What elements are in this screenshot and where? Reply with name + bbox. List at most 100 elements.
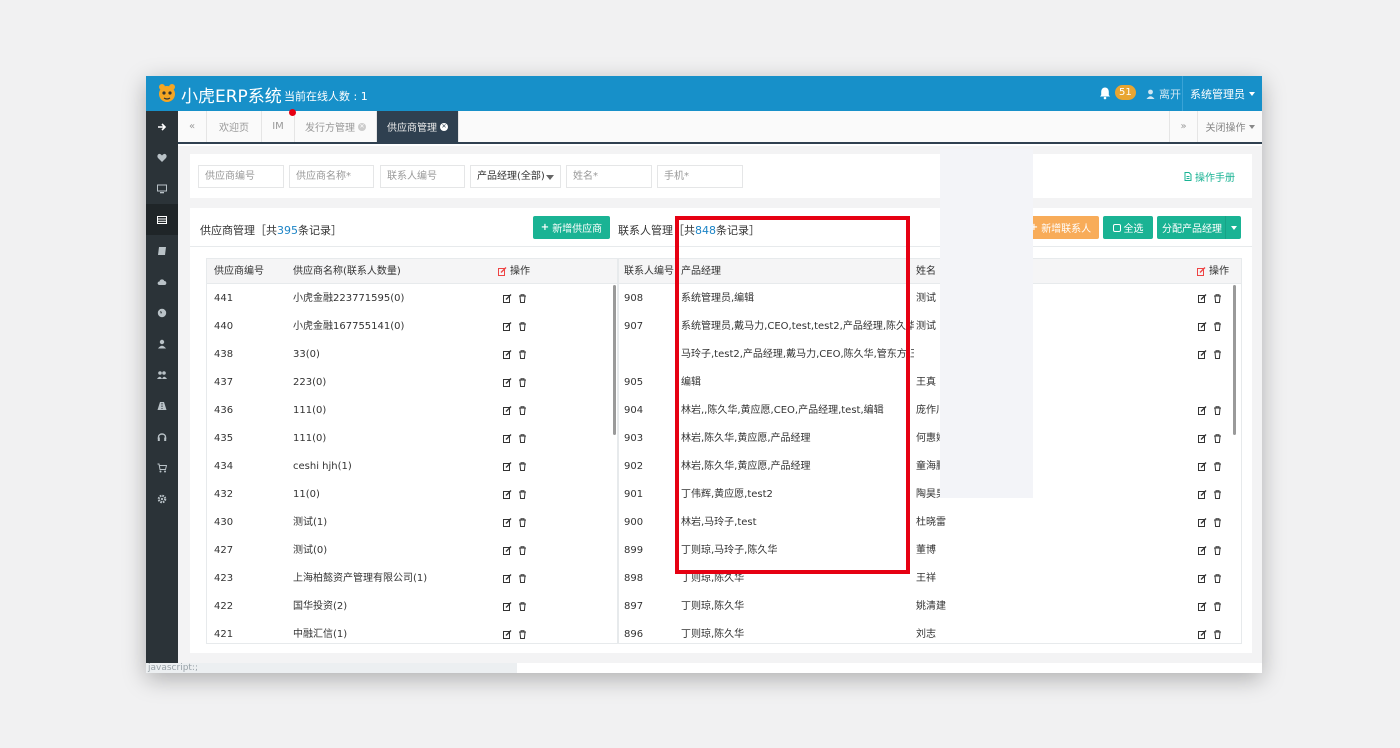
contact-table-row[interactable]: 896 丁则琼,陈久华 刘志	[619, 621, 1241, 643]
trash-icon[interactable]	[518, 574, 527, 583]
trash-icon[interactable]	[1213, 406, 1222, 415]
edit-icon[interactable]	[1198, 294, 1207, 303]
add-supplier-button[interactable]: + 新增供应商	[533, 216, 610, 239]
trash-icon[interactable]	[518, 490, 527, 499]
close-operations-menu[interactable]: 关闭操作	[1198, 111, 1262, 142]
contact-table-row[interactable]: 901 丁伟辉,黄应愿,test2 陶昊男	[619, 481, 1241, 509]
contact-table-row[interactable]: 899 丁则琼,马玲子,陈久华 董博	[619, 537, 1241, 565]
supplier-table-row[interactable]: 441 小虎金融223771595(0)	[207, 285, 617, 313]
trash-icon[interactable]	[1213, 294, 1222, 303]
edit-icon[interactable]	[1198, 350, 1207, 359]
select-all-button[interactable]: 全选	[1103, 216, 1153, 239]
supplier-name-input[interactable]: 供应商名称*	[289, 165, 374, 188]
edit-icon[interactable]	[1198, 630, 1207, 639]
away-button[interactable]: 离开	[1146, 86, 1181, 102]
edit-icon[interactable]	[1198, 546, 1207, 555]
supplier-number-input[interactable]: 供应商编号	[198, 165, 284, 188]
contact-table-scrollbar[interactable]	[1233, 285, 1236, 435]
edit-icon[interactable]	[503, 462, 512, 471]
edit-icon[interactable]	[503, 602, 512, 611]
edit-icon[interactable]	[1198, 518, 1207, 527]
supplier-table-row[interactable]: 440 小虎金融167755141(0)	[207, 313, 617, 341]
sidebar-item-cart[interactable]	[146, 452, 178, 483]
trash-icon[interactable]	[518, 602, 527, 611]
trash-icon[interactable]	[518, 322, 527, 331]
edit-icon[interactable]	[503, 434, 512, 443]
trash-icon[interactable]	[518, 518, 527, 527]
trash-icon[interactable]	[518, 630, 527, 639]
supplier-table-row[interactable]: 436 111(0)	[207, 397, 617, 425]
supplier-table-row[interactable]: 430 测试(1)	[207, 509, 617, 537]
edit-icon[interactable]	[503, 518, 512, 527]
notification-badge[interactable]: 51	[1115, 85, 1136, 100]
contact-table-row[interactable]: 903 林岩,陈久华,黄应愿,产品经理 何惠婷	[619, 425, 1241, 453]
close-icon[interactable]: ✕	[440, 122, 448, 131]
manual-link[interactable]: 操作手册	[1184, 169, 1235, 184]
contact-table-row[interactable]: 902 林岩,陈久华,黄应愿,产品经理 童海鹏	[619, 453, 1241, 481]
add-contact-button[interactable]: + 新增联系人	[1022, 216, 1099, 239]
sidebar-item-road[interactable]	[146, 390, 178, 421]
close-icon[interactable]: ✕	[358, 122, 366, 131]
supplier-table-row[interactable]: 422 国华投资(2)	[207, 593, 617, 621]
edit-icon[interactable]	[503, 294, 512, 303]
supplier-table-row[interactable]: 437 223(0)	[207, 369, 617, 397]
supplier-table-row[interactable]: 434 ceshi hjh(1)	[207, 453, 617, 481]
edit-icon[interactable]	[1198, 574, 1207, 583]
contact-table-row[interactable]: 900 林岩,马玲子,test 杜晓雷	[619, 509, 1241, 537]
phone-input[interactable]: 手机*	[657, 165, 743, 188]
edit-icon[interactable]	[503, 546, 512, 555]
supplier-table-row[interactable]: 427 测试(0)	[207, 537, 617, 565]
trash-icon[interactable]	[1213, 518, 1222, 527]
contact-table-row[interactable]: 898 丁则琼,陈久华 王祥	[619, 565, 1241, 593]
supplier-table-scrollbar[interactable]	[613, 285, 616, 435]
sidebar-item-headphones[interactable]	[146, 421, 178, 452]
product-manager-select[interactable]: 产品经理(全部)	[470, 165, 561, 188]
assign-product-manager-button[interactable]: 分配产品经理	[1157, 216, 1241, 239]
trash-icon[interactable]	[518, 406, 527, 415]
sidebar-item-user[interactable]	[146, 328, 178, 359]
tabs-scroll-right-button[interactable]: »	[1169, 111, 1198, 142]
supplier-table-row[interactable]: 432 11(0)	[207, 481, 617, 509]
edit-icon[interactable]	[503, 406, 512, 415]
trash-icon[interactable]	[518, 294, 527, 303]
tab-supplier-management[interactable]: 供应商管理 ✕	[377, 111, 459, 142]
edit-icon[interactable]	[503, 350, 512, 359]
sidebar-item-table[interactable]	[146, 204, 178, 235]
sidebar-item-users[interactable]	[146, 359, 178, 390]
trash-icon[interactable]	[1213, 630, 1222, 639]
edit-icon[interactable]	[503, 378, 512, 387]
trash-icon[interactable]	[518, 378, 527, 387]
contact-name-input[interactable]: 姓名*	[566, 165, 652, 188]
bell-icon[interactable]	[1098, 86, 1112, 100]
edit-icon[interactable]	[1198, 602, 1207, 611]
sidebar-item-arrow-right[interactable]	[146, 111, 178, 142]
trash-icon[interactable]	[1213, 602, 1222, 611]
trash-icon[interactable]	[518, 434, 527, 443]
trash-icon[interactable]	[1213, 546, 1222, 555]
contact-table-row[interactable]: 马玲子,test2,产品经理,戴马力,CEO,陈久华,管东方,王琦,	[619, 341, 1241, 369]
edit-icon[interactable]	[503, 630, 512, 639]
tab-im[interactable]: IM	[262, 109, 296, 142]
edit-icon[interactable]	[1198, 406, 1207, 415]
edit-icon[interactable]	[1198, 490, 1207, 499]
sidebar-item-globe[interactable]	[146, 297, 178, 328]
sidebar-item-book[interactable]	[146, 235, 178, 266]
trash-icon[interactable]	[1213, 322, 1222, 331]
sidebar-item-cloud-upload[interactable]	[146, 266, 178, 297]
contact-table-row[interactable]: 907 系统管理员,戴马力,CEO,test,test2,产品经理,陈久华,编辑测…	[619, 313, 1241, 341]
trash-icon[interactable]	[1213, 350, 1222, 359]
tab-welcome[interactable]: 欢迎页	[207, 111, 262, 142]
sidebar-item-heart[interactable]	[146, 142, 178, 173]
contact-table-row[interactable]: 897 丁则琼,陈久华 姚清建	[619, 593, 1241, 621]
supplier-table-row[interactable]: 438 33(0)	[207, 341, 617, 369]
supplier-table-row[interactable]: 435 111(0)	[207, 425, 617, 453]
trash-icon[interactable]	[518, 546, 527, 555]
trash-icon[interactable]	[1213, 462, 1222, 471]
supplier-table-row[interactable]: 421 中融汇信(1)	[207, 621, 617, 643]
sidebar-item-desktop[interactable]	[146, 173, 178, 204]
edit-icon[interactable]	[503, 574, 512, 583]
trash-icon[interactable]	[1213, 490, 1222, 499]
tab-issuer-management[interactable]: 发行方管理 ✕	[295, 111, 377, 142]
supplier-table-row[interactable]: 423 上海柏懿资产管理有限公司(1)	[207, 565, 617, 593]
trash-icon[interactable]	[1213, 574, 1222, 583]
